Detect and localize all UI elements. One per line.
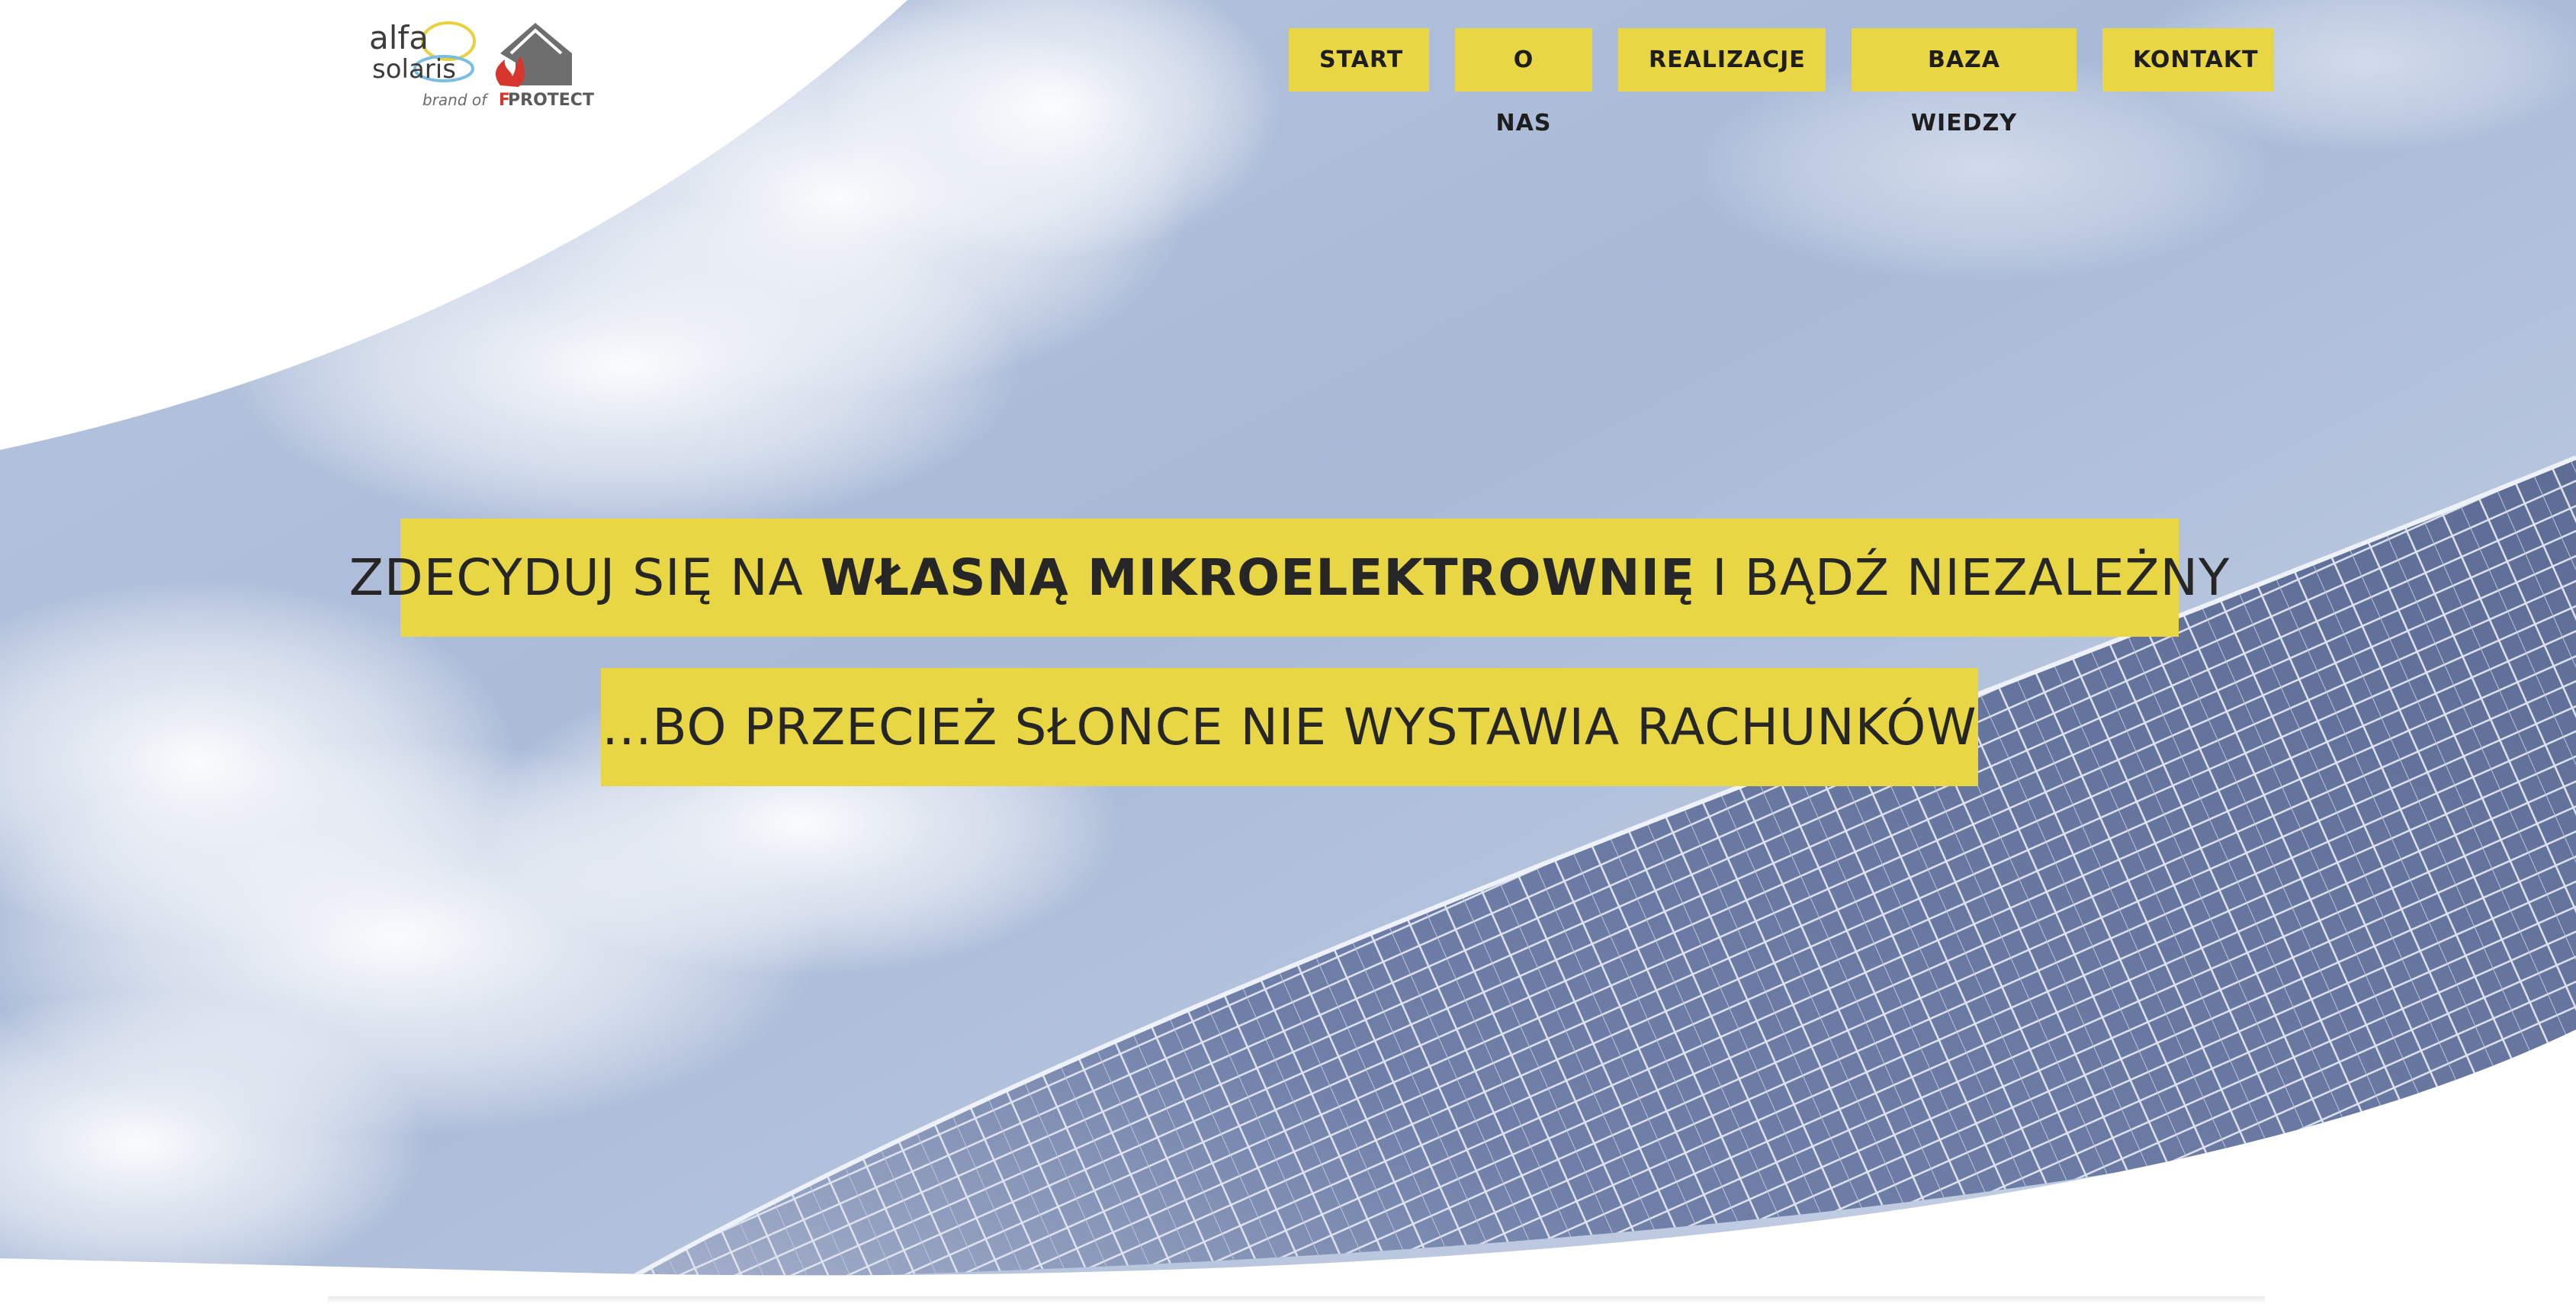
hero-headline-after: I BĄDŹ NIEZALEŻNY bbox=[1695, 548, 2231, 607]
hero-subheadline-text: ...BO PRZECIEŻ SŁONCE NIE WYSTAWIA RACHU… bbox=[602, 698, 1977, 756]
logo-brand-of: brand of bbox=[422, 91, 489, 109]
nav-baza-wiedzy-button[interactable]: BAZA WIEDZY bbox=[1852, 28, 2077, 137]
nav-o-nas-button[interactable]: O NAS bbox=[1455, 28, 1592, 137]
section-divider-shadow bbox=[328, 1296, 2265, 1304]
hero-headline-bold: WŁASNĄ MIKROELEKTROWNIĘ bbox=[820, 548, 1696, 607]
page: alfa solaris brand of F PROTECT START O … bbox=[0, 0, 2576, 1304]
logo-partner: PROTECT bbox=[508, 91, 594, 110]
hero-background-image bbox=[0, 0, 2576, 1276]
hero-subheadline: ...BO PRZECIEŻ SŁONCE NIE WYSTAWIA RACHU… bbox=[601, 668, 1978, 786]
logo-line1: alfa bbox=[369, 19, 429, 56]
main-nav: START O NAS REALIZACJE BAZA WIEDZY KONTA… bbox=[1289, 28, 2274, 137]
logo-line2: solaris bbox=[372, 54, 456, 85]
nav-realizacje-button[interactable]: REALIZACJE bbox=[1618, 28, 1826, 92]
brand-logo[interactable]: alfa solaris brand of F PROTECT bbox=[366, 15, 595, 114]
nav-start-button[interactable]: START bbox=[1289, 28, 1429, 92]
nav-kontakt-button[interactable]: KONTAKT bbox=[2102, 28, 2274, 92]
hero-headline: ZDECYDUJ SIĘ NA WŁASNĄ MIKROELEKTROWNIĘ … bbox=[349, 519, 2229, 637]
alfa-solaris-logo-icon: alfa solaris brand of F PROTECT bbox=[369, 19, 594, 110]
hero-headline-before: ZDECYDUJ SIĘ NA bbox=[348, 548, 821, 607]
